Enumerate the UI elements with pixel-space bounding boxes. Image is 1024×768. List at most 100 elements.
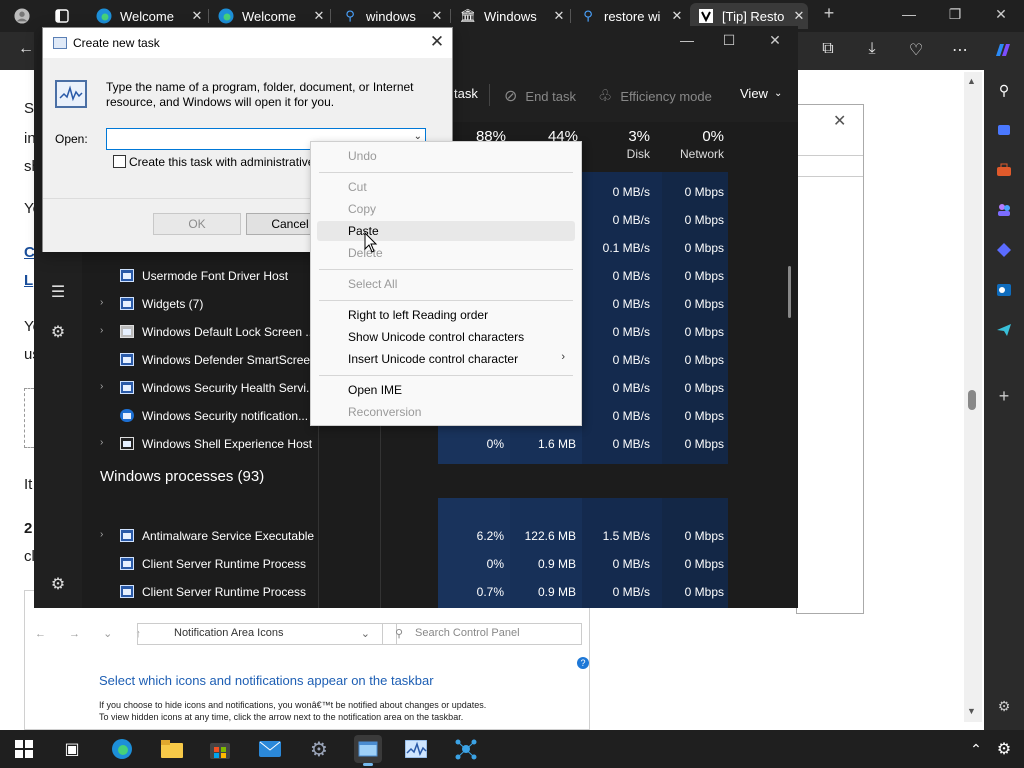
scroll-down-arrow-icon[interactable]: ▼: [967, 706, 976, 716]
control-panel-search-field[interactable]: ⚲ Search Control Panel: [382, 623, 582, 645]
expand-chevron-icon[interactable]: ›: [100, 381, 103, 392]
view-menu-button[interactable]: View ⌄: [740, 86, 782, 101]
sidebar-people-icon[interactable]: [992, 198, 1016, 222]
sidebar-copilot-icon[interactable]: [992, 238, 1016, 262]
file-explorer-icon[interactable]: [158, 735, 186, 763]
tab-close-icon[interactable]: ✕: [550, 8, 568, 24]
sidebar-add-icon[interactable]: +: [992, 384, 1016, 408]
task-view-icon[interactable]: ▣: [58, 735, 86, 763]
table-row[interactable]: Client Server Runtime Process 0% 0.9 MB 0 M…: [82, 550, 798, 578]
show-hidden-icons-chevron-icon[interactable]: ⌃: [962, 735, 990, 763]
windows-start-icon[interactable]: [10, 735, 38, 763]
tm-nav-settings[interactable]: ⚙: [48, 574, 68, 594]
settings-more-button[interactable]: ⋯: [948, 40, 972, 62]
quick-settings-gear-icon[interactable]: ⚙: [990, 735, 1018, 763]
sidebar-search-icon[interactable]: ⚲: [992, 78, 1016, 102]
help-icon[interactable]: ?: [577, 657, 589, 669]
menu-item-right-to-left-reading-order[interactable]: Right to left Reading order: [317, 305, 575, 325]
scrollbar-thumb[interactable]: [968, 390, 976, 410]
tm-nav-services[interactable]: ⚙: [48, 322, 68, 342]
page-link-fragment[interactable]: L: [24, 272, 33, 289]
tab-close-icon[interactable]: ✕: [790, 8, 808, 24]
chevron-down-icon[interactable]: ⌄: [361, 627, 370, 640]
heart-pulse-icon: ♡: [908, 42, 924, 59]
expand-chevron-icon[interactable]: ›: [100, 437, 103, 448]
menu-item-show-unicode-control-characters[interactable]: Show Unicode control characters: [317, 327, 575, 347]
table-row[interactable]: Client Server Runtime Process 0.7% 0.9 MB 0…: [82, 578, 798, 606]
menu-item-reconversion[interactable]: Reconversion: [317, 402, 575, 422]
task-manager-scrollbar[interactable]: [788, 266, 791, 318]
tm-close-button[interactable]: ✕: [760, 32, 790, 49]
copilot-button[interactable]: [990, 40, 1014, 62]
tab-close-icon[interactable]: ✕: [188, 8, 206, 24]
sidebar-tag-icon[interactable]: [992, 118, 1016, 142]
windows-processes-group-heading[interactable]: Windows processes (93): [100, 468, 264, 485]
background-dialog-close-icon[interactable]: ✕: [833, 111, 846, 131]
menu-item-cut[interactable]: Cut: [317, 177, 575, 197]
downloads-button[interactable]: ⤓: [860, 40, 884, 62]
memory-cell: 0.9 MB: [537, 557, 576, 571]
task-manager-icon[interactable]: [402, 735, 430, 763]
tab-close-icon[interactable]: ✕: [668, 8, 686, 24]
admin-checkbox-label[interactable]: Create this task with administrative: [129, 155, 314, 169]
end-task-button[interactable]: ⊘ End task: [504, 86, 576, 106]
cpu-cell: 0%: [486, 437, 504, 451]
tab-close-icon[interactable]: ✕: [428, 8, 446, 24]
minimize-button[interactable]: —: [894, 6, 924, 22]
network-cell: 0 Mbps: [684, 437, 724, 451]
menu-item-open-ime[interactable]: Open IME: [317, 380, 575, 400]
run-dialog-icon[interactable]: [354, 735, 382, 766]
menu-item-delete[interactable]: Delete: [317, 243, 575, 263]
memory-cell: 0.9 MB: [537, 585, 576, 599]
tm-nav-details[interactable]: ☰: [48, 282, 68, 302]
expand-chevron-icon[interactable]: ›: [100, 325, 103, 336]
new-tab-button[interactable]: +: [814, 3, 844, 24]
tm-maximize-button[interactable]: ☐: [714, 32, 744, 49]
close-window-button[interactable]: ✕: [986, 6, 1016, 23]
maximize-button[interactable]: ❐: [940, 6, 970, 23]
sidebar-settings-icon[interactable]: ⚙: [992, 694, 1016, 718]
disk-cell: 0 MB/s: [612, 297, 650, 311]
efficiency-mode-button[interactable]: ♧ Efficiency mode: [598, 86, 712, 106]
table-row[interactable]: Desktop Window Manager5.4%70.7 MB0 MB/s0…: [82, 606, 798, 608]
page-scrollbar[interactable]: ▲ ▼: [964, 72, 982, 722]
process-icon: [120, 353, 134, 366]
sidebar-outlook-icon[interactable]: [992, 278, 1016, 302]
menu-item-copy[interactable]: Copy: [317, 199, 575, 219]
microsoft-store-icon[interactable]: [206, 735, 234, 763]
table-row[interactable]: › Antimalware Service Executable 6.2% 122.6…: [82, 522, 798, 550]
network-cell: 0 Mbps: [684, 409, 724, 423]
disk-cell: 0 MB/s: [612, 185, 650, 199]
edge-icon[interactable]: [108, 735, 136, 763]
sidebar-toolbox-icon[interactable]: [992, 158, 1016, 182]
run-new-task-button[interactable]: task: [454, 86, 478, 101]
dialog-close-button[interactable]: ✕: [427, 32, 447, 52]
menu-item-select-all[interactable]: Select All: [317, 274, 575, 294]
scroll-up-arrow-icon[interactable]: ▲: [967, 76, 976, 86]
network-tool-icon[interactable]: [452, 735, 480, 763]
disk-cell: 0 MB/s: [612, 437, 650, 451]
sidebar-send-icon[interactable]: [992, 318, 1016, 342]
tm-minimize-button[interactable]: —: [672, 32, 702, 48]
admin-privileges-checkbox[interactable]: [113, 155, 126, 168]
menu-item-paste[interactable]: Paste: [317, 221, 575, 241]
control-panel-nav-arrows[interactable]: ← → ⌄ ↑: [35, 627, 151, 640]
collections-button[interactable]: ⧉: [816, 40, 840, 62]
process-name: Windows Security notification...: [142, 409, 309, 423]
settings-gear-icon[interactable]: ⚙: [305, 735, 333, 763]
browser-essentials-button[interactable]: ♡: [904, 40, 928, 62]
menu-item-undo[interactable]: Undo: [317, 146, 575, 166]
tab-close-icon[interactable]: ✕: [310, 8, 328, 24]
disk-column-header[interactable]: 3% Disk: [592, 128, 650, 161]
mail-icon[interactable]: [256, 735, 284, 763]
expand-chevron-icon[interactable]: ›: [100, 529, 103, 540]
menu-item-insert-unicode-control-character[interactable]: Insert Unicode control character ›: [317, 349, 575, 369]
control-panel-address-bar[interactable]: Notification Area Icons ⌄: [137, 623, 397, 645]
ok-button[interactable]: OK: [153, 213, 241, 235]
expand-chevron-icon[interactable]: ›: [100, 297, 103, 308]
menu-item-label: Open IME: [348, 383, 403, 397]
network-column-header[interactable]: 0% Network: [662, 128, 724, 161]
back-arrow-icon: ←: [18, 40, 34, 57]
table-row[interactable]: › Windows Shell Experience Host 0% 1.6 MB 0 …: [82, 430, 798, 458]
process-name: Client Server Runtime Process: [142, 585, 307, 599]
